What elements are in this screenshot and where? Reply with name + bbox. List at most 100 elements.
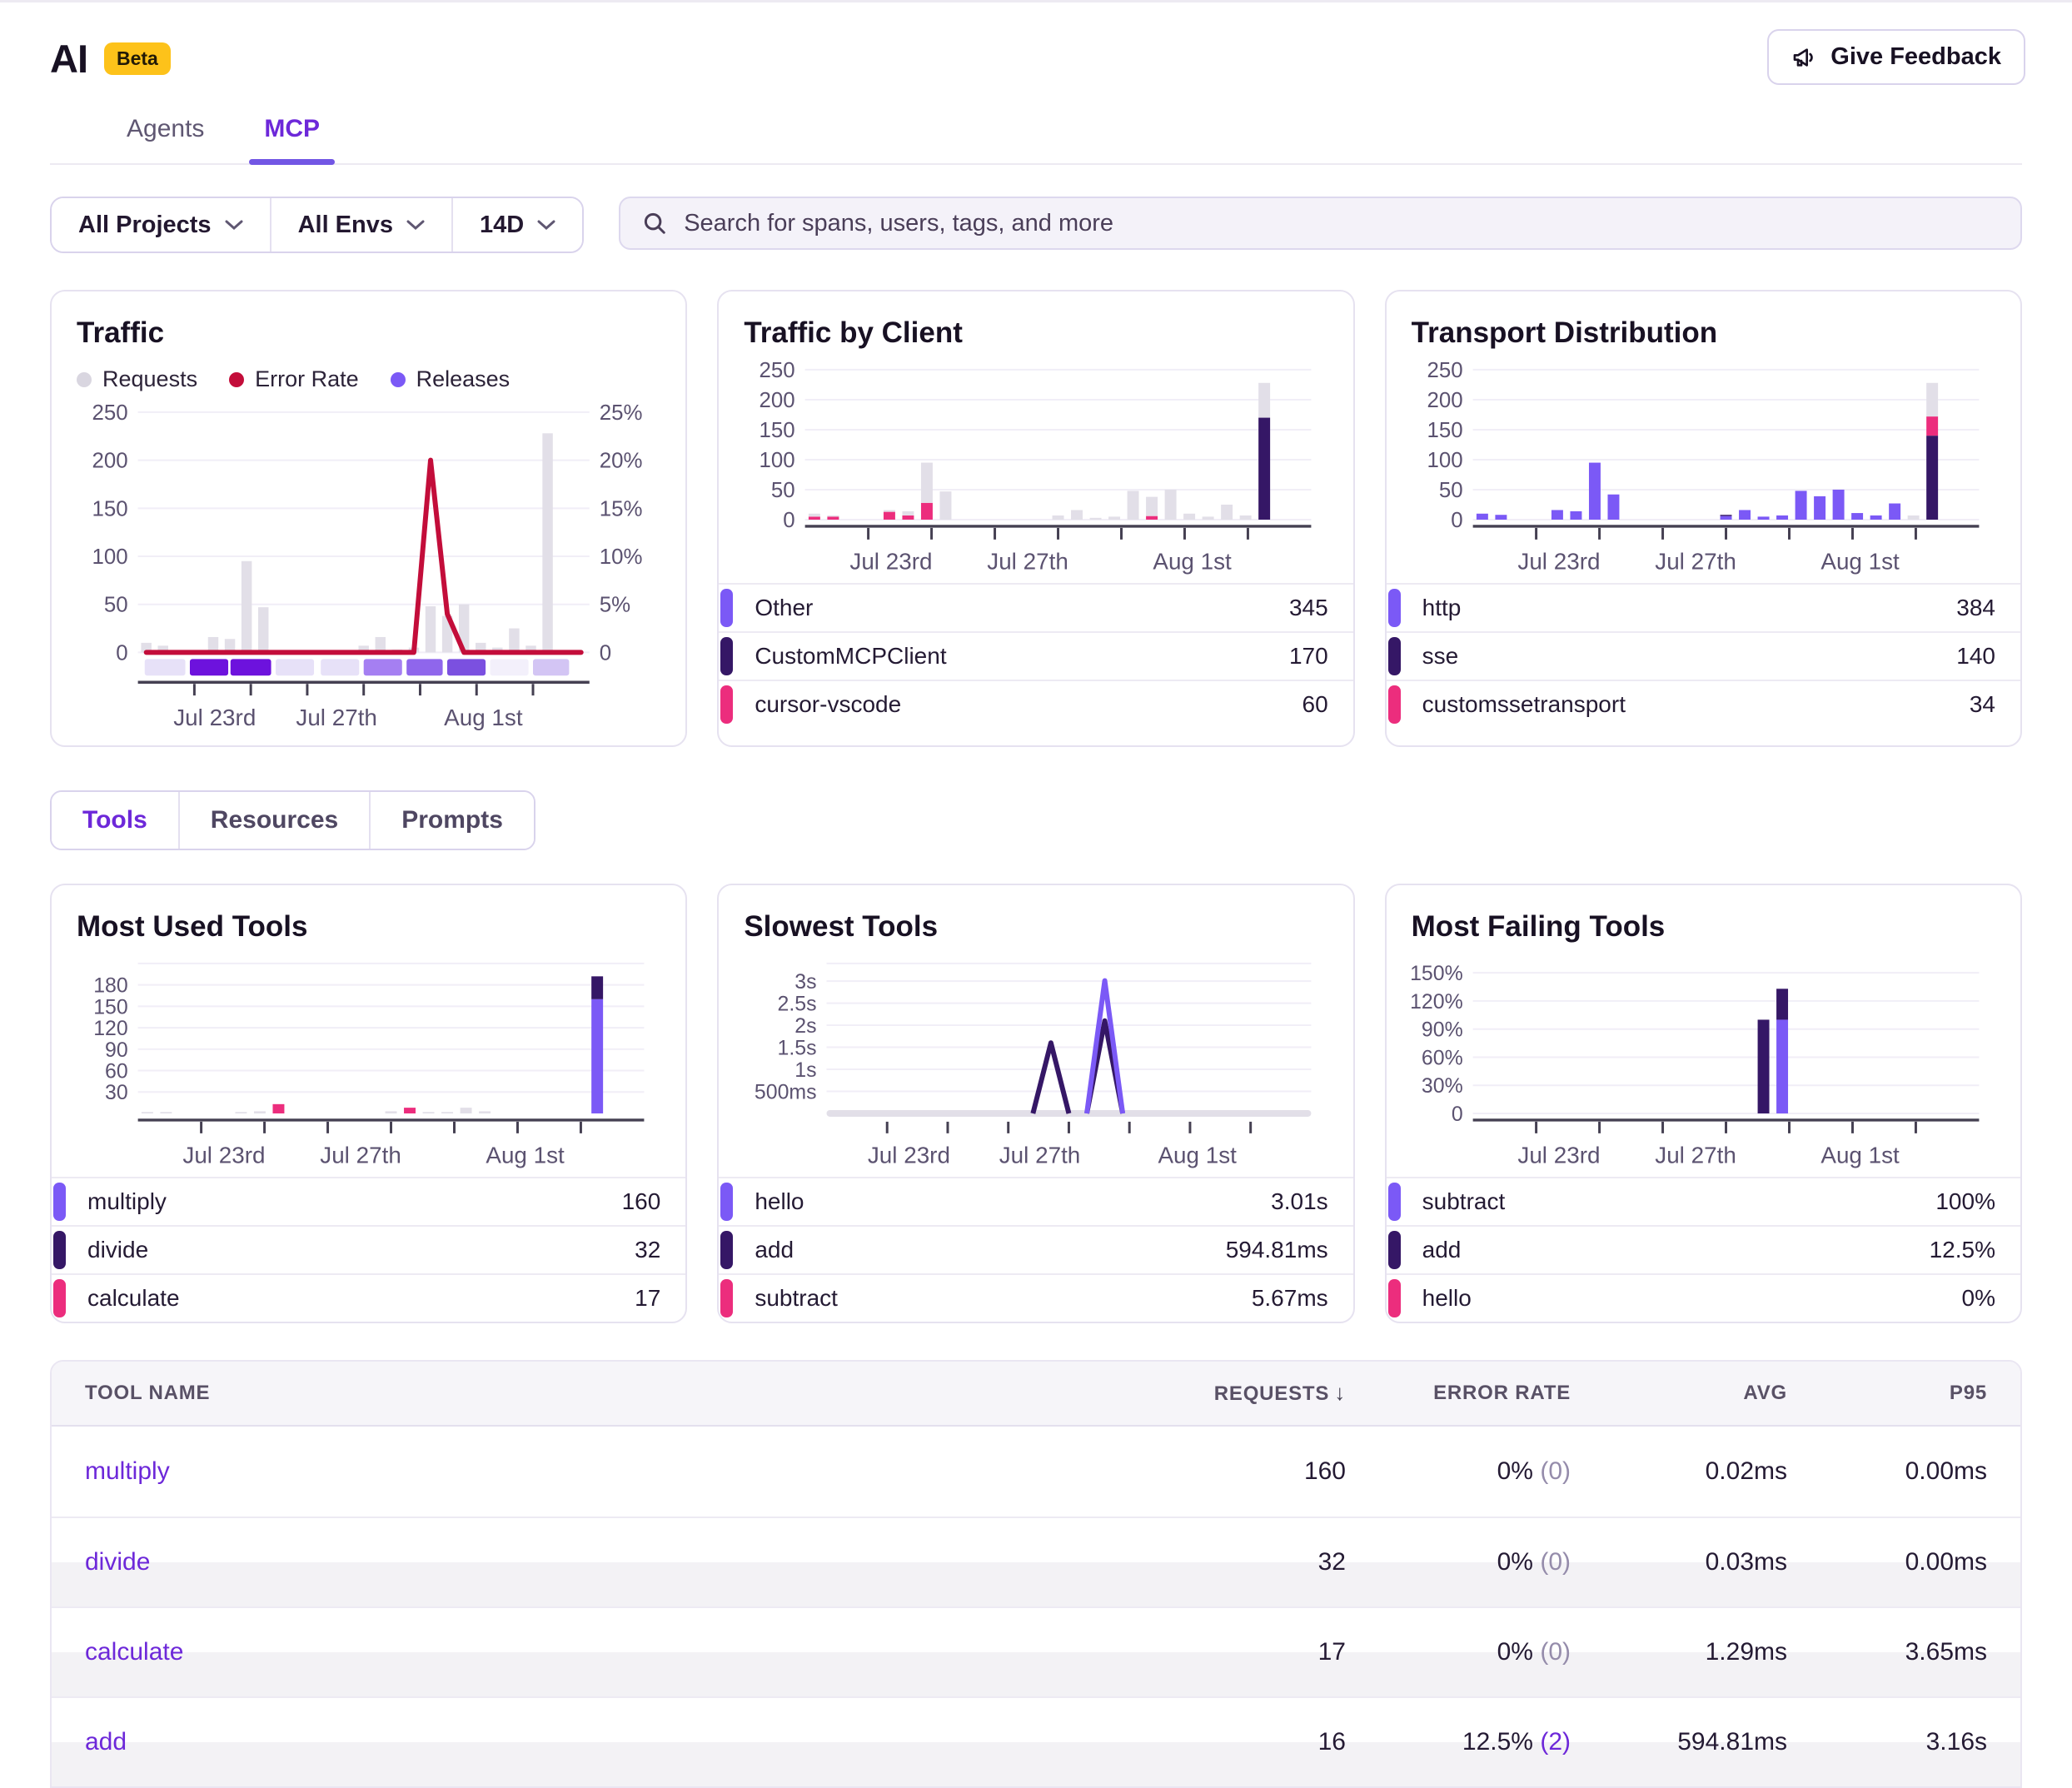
environment-filter-label: All Envs xyxy=(298,212,393,239)
legend-row[interactable]: subtract100% xyxy=(1387,1177,2020,1225)
most-failing-tools-legend: subtract100%add12.5%hello0% xyxy=(1387,1177,2020,1322)
tab-prompts[interactable]: Prompts xyxy=(369,792,534,849)
page-filters: All Projects All Envs 14D xyxy=(50,197,584,253)
table-row: divide320% (0)0.03ms0.00ms xyxy=(52,1517,2020,1606)
date-range-dropdown[interactable]: 14D xyxy=(451,198,582,252)
most-used-tools-card: Most Used Tools 306090120150180Jul 23rdJ… xyxy=(50,884,687,1323)
tab-resources[interactable]: Resources xyxy=(178,792,369,849)
legend-row[interactable]: multiply160 xyxy=(52,1177,685,1225)
col-p95[interactable]: P95 xyxy=(1787,1382,1987,1405)
series-value: 5.67ms xyxy=(1252,1285,1328,1312)
slowest-tools-card: Slowest Tools 500ms1s1.5s2s2.5s3sJul 23r… xyxy=(717,884,1354,1323)
svg-text:5%: 5% xyxy=(600,594,630,617)
give-feedback-button[interactable]: Give Feedback xyxy=(1767,29,2025,85)
chevron-down-icon xyxy=(406,219,425,231)
p95-cell: 3.16s xyxy=(1787,1728,1987,1756)
tool-link[interactable]: add xyxy=(85,1728,127,1756)
legend-row[interactable]: Other345 xyxy=(719,583,1352,631)
tool-link[interactable]: divide xyxy=(85,1548,150,1576)
tab-agents[interactable]: Agents xyxy=(127,115,204,163)
legend-row[interactable]: customssetransport34 xyxy=(1387,680,2020,728)
project-filter-dropdown[interactable]: All Projects xyxy=(52,198,270,252)
filter-bar: All Projects All Envs 14D xyxy=(50,197,2022,253)
tab-tools[interactable]: Tools xyxy=(52,792,178,849)
most-failing-tools-chart: 030%60%90%120%150%Jul 23rdJul 27thAug 1s… xyxy=(1412,952,1995,1172)
search-input[interactable] xyxy=(684,210,1999,237)
series-color-pill xyxy=(720,637,733,675)
transport-distribution-legend: http384sse140customssetransport34 xyxy=(1387,583,2020,728)
svg-text:90%: 90% xyxy=(1422,1019,1463,1042)
table-row: multiply1600% (0)0.02ms0.00ms xyxy=(52,1427,2020,1517)
series-value: 60 xyxy=(1302,691,1328,718)
svg-text:Aug 1st: Aug 1st xyxy=(1153,549,1233,575)
series-value: 17 xyxy=(635,1285,660,1312)
series-color-pill xyxy=(1388,637,1401,675)
traffic-cards-row: Traffic Requests Error Rate Releases 050… xyxy=(50,290,2022,747)
search-bar[interactable] xyxy=(619,197,2022,250)
svg-text:1s: 1s xyxy=(795,1058,817,1082)
series-label: hello xyxy=(755,1188,804,1215)
date-range-label: 14D xyxy=(480,212,524,239)
legend-row[interactable]: sse140 xyxy=(1387,631,2020,680)
traffic-by-client-title: Traffic by Client xyxy=(744,316,1327,350)
legend-row[interactable]: add594.81ms xyxy=(719,1225,1352,1273)
legend-chip-requests[interactable]: Requests xyxy=(77,366,197,392)
col-avg[interactable]: Avg xyxy=(1571,1382,1787,1405)
chevron-down-icon xyxy=(537,219,555,231)
series-value: 170 xyxy=(1289,643,1328,670)
tab-mcp[interactable]: MCP xyxy=(264,115,320,163)
legend-row[interactable]: http384 xyxy=(1387,583,2020,631)
legend-row[interactable]: CustomMCPClient 170 xyxy=(719,631,1352,680)
svg-text:150: 150 xyxy=(92,497,128,520)
most-failing-tools-title: Most Failing Tools xyxy=(1412,910,1995,944)
svg-text:150: 150 xyxy=(1427,419,1462,442)
legend-row[interactable]: cursor-vscode60 xyxy=(719,680,1352,728)
legend-row[interactable]: hello3.01s xyxy=(719,1177,1352,1225)
series-value: 594.81ms xyxy=(1226,1237,1328,1263)
error-rate-cell: 0% (0) xyxy=(1346,1548,1571,1576)
series-color-pill xyxy=(1388,1231,1401,1269)
legend-row[interactable]: hello0% xyxy=(1387,1273,2020,1322)
error-rate-cell: 12.5% (2) xyxy=(1346,1728,1571,1756)
legend-chip-error-rate[interactable]: Error Rate xyxy=(229,366,359,392)
svg-text:Jul 27th: Jul 27th xyxy=(320,1143,401,1168)
legend-row[interactable]: subtract 5.67ms xyxy=(719,1273,1352,1322)
series-label: CustomMCPClient xyxy=(755,643,946,670)
series-label: customssetransport xyxy=(1422,691,1626,718)
series-value: 140 xyxy=(1956,643,1995,670)
series-color-pill xyxy=(720,685,733,724)
legend-row[interactable]: calculate17 xyxy=(52,1273,685,1322)
col-requests[interactable]: Requests↓ xyxy=(1146,1380,1346,1406)
requests-cell: 16 xyxy=(1146,1728,1346,1756)
svg-text:60: 60 xyxy=(105,1059,128,1083)
col-tool-name[interactable]: Tool Name xyxy=(85,1382,1146,1405)
series-color-pill xyxy=(1388,1183,1401,1221)
tool-link[interactable]: calculate xyxy=(85,1638,183,1666)
svg-text:Jul 23rd: Jul 23rd xyxy=(850,549,933,575)
series-label: http xyxy=(1422,595,1462,621)
legend-row[interactable]: add12.5% xyxy=(1387,1225,2020,1273)
series-color-pill xyxy=(53,1183,66,1221)
legend-row[interactable]: divide32 xyxy=(52,1225,685,1273)
series-color-pill xyxy=(720,1231,733,1269)
series-value: 100% xyxy=(1935,1188,1995,1215)
series-label: subtract xyxy=(755,1285,838,1312)
most-used-tools-chart: 306090120150180Jul 23rdJul 27thAug 1st xyxy=(77,952,660,1172)
environment-filter-dropdown[interactable]: All Envs xyxy=(270,198,451,252)
traffic-by-client-legend: Other345 CustomMCPClient 170 cursor-vscode6… xyxy=(719,583,1352,728)
most-used-tools-legend: multiply160divide32calculate17 xyxy=(52,1177,685,1322)
series-label: Other xyxy=(755,595,813,621)
col-error-rate[interactable]: Error Rate xyxy=(1346,1382,1571,1405)
legend-chip-releases[interactable]: Releases xyxy=(391,366,511,392)
tool-link[interactable]: multiply xyxy=(85,1457,170,1485)
svg-text:50: 50 xyxy=(104,594,128,617)
svg-text:Jul 23rd: Jul 23rd xyxy=(868,1143,950,1168)
traffic-by-client-card: Traffic by Client 050100150200250Jul 23r… xyxy=(717,290,1354,747)
p95-cell: 0.00ms xyxy=(1787,1548,1987,1576)
series-color-pill xyxy=(1388,589,1401,627)
svg-text:Jul 27th: Jul 27th xyxy=(1655,1143,1736,1168)
sort-desc-icon: ↓ xyxy=(1334,1380,1346,1405)
transport-distribution-chart: 050100150200250Jul 23rdJul 27thAug 1st xyxy=(1412,358,1995,578)
search-icon xyxy=(642,211,667,236)
svg-text:100: 100 xyxy=(92,545,128,569)
